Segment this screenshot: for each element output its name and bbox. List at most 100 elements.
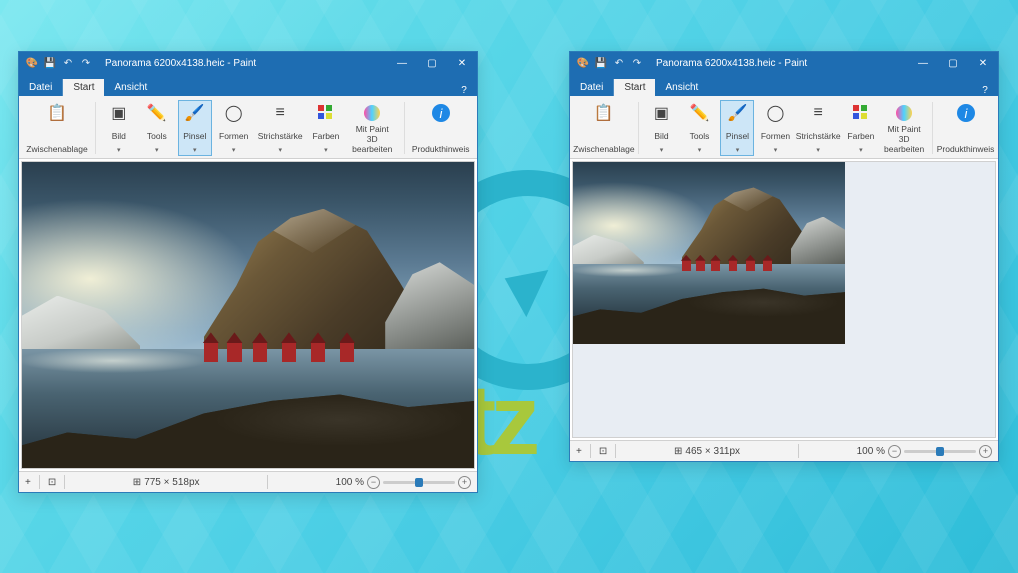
save-icon[interactable]: 💾	[594, 57, 608, 71]
zoom-out-button[interactable]: −	[367, 476, 380, 489]
app-icon: 🎨	[25, 57, 39, 71]
zoom-slider[interactable]	[383, 481, 455, 484]
cursor-coords: +	[25, 477, 31, 488]
image-content	[573, 162, 845, 344]
ribbon: 📋 Zwischenablage ▣ Bild ▾ ✏️ Tools ▾ 🖌️ …	[570, 96, 998, 159]
help-icon[interactable]: ?	[455, 85, 477, 96]
zoom-out-button[interactable]: −	[888, 445, 901, 458]
window-controls: — ▢ ✕	[387, 52, 477, 75]
ribbon-clipboard[interactable]: 📋 Zwischenablage	[576, 100, 632, 156]
brush-icon: 🖌️	[184, 102, 206, 124]
minimize-button[interactable]: —	[908, 52, 938, 75]
paint-window-left: 🎨 💾 ↶ ↷ Panorama 6200x4138.heic - Paint …	[18, 51, 478, 493]
clipboard-icon: 📋	[46, 102, 68, 124]
image-icon: ▣	[650, 102, 672, 124]
shapes-icon: ◯	[223, 102, 245, 124]
chevron-down-icon: ▾	[774, 148, 778, 154]
tab-file[interactable]: Datei	[570, 79, 614, 96]
canvas-area[interactable]	[21, 161, 475, 469]
ribbon-shapes[interactable]: ◯ Formen ▾	[758, 100, 792, 156]
ribbon-paint3d[interactable]: Mit Paint 3Dbearbeiten	[347, 100, 398, 156]
minimize-button[interactable]: —	[387, 52, 417, 75]
cursor-coords: +	[576, 446, 582, 457]
crosshair-icon: +	[25, 477, 31, 488]
canvas-area[interactable]	[572, 161, 996, 438]
tab-start[interactable]: Start	[63, 79, 104, 96]
ribbon-shapes[interactable]: ◯ Formen ▾	[216, 100, 252, 156]
chevron-down-icon: ▾	[232, 148, 236, 154]
clipboard-icon: 📋	[593, 102, 615, 124]
maximize-button[interactable]: ▢	[938, 52, 968, 75]
chevron-down-icon: ▾	[859, 148, 863, 154]
ribbon-colors[interactable]: Farben ▾	[844, 100, 878, 156]
ribbon-brushes[interactable]: 🖌️ Pinsel ▾	[178, 100, 212, 156]
shapes-icon: ◯	[764, 102, 786, 124]
ribbon-info[interactable]: i Produkthinweis	[939, 100, 992, 156]
tab-view[interactable]: Ansicht	[104, 79, 157, 96]
pencil-icon: ✏️	[688, 102, 710, 124]
ribbon-brushes[interactable]: 🖌️ Pinsel ▾	[720, 100, 754, 156]
zoom-in-button[interactable]: +	[458, 476, 471, 489]
zoom-slider[interactable]	[904, 450, 976, 453]
brush-icon: 🖌️	[726, 102, 748, 124]
chevron-down-icon: ▾	[736, 148, 740, 154]
chevron-down-icon: ▾	[660, 148, 664, 154]
app-icon: 🎨	[576, 57, 590, 71]
save-icon[interactable]: 💾	[43, 57, 57, 71]
dimensions-icon: ⊞	[674, 446, 682, 457]
colors-icon	[850, 102, 872, 124]
undo-icon[interactable]: ↶	[612, 57, 626, 71]
statusbar: + ⊡ ⊞ 775 × 518px 100 % − +	[19, 471, 477, 492]
ribbon-image[interactable]: ▣ Bild ▾	[644, 100, 678, 156]
redo-icon[interactable]: ↷	[630, 57, 644, 71]
line-weight-icon: ≡	[269, 102, 291, 124]
ribbon-tools[interactable]: ✏️ Tools ▾	[682, 100, 716, 156]
titlebar[interactable]: 🎨 💾 ↶ ↷ Panorama 6200x4138.heic - Paint …	[570, 52, 998, 75]
tab-view[interactable]: Ansicht	[655, 79, 708, 96]
selection-size-icon: ⊡	[599, 446, 607, 457]
ribbon-stroke[interactable]: ≡ Strichstärke ▾	[256, 100, 305, 156]
ribbon: 📋 Zwischenablage ▣ Bild ▾ ✏️ Tools ▾ 🖌️ …	[19, 96, 477, 159]
close-button[interactable]: ✕	[447, 52, 477, 75]
ribbon-image[interactable]: ▣ Bild ▾	[102, 100, 136, 156]
image-content	[22, 162, 475, 469]
close-button[interactable]: ✕	[968, 52, 998, 75]
chevron-down-icon: ▾	[324, 148, 328, 154]
zoom-level: 100 %	[336, 477, 364, 488]
zoom-level: 100 %	[857, 446, 885, 457]
ribbon-colors[interactable]: Farben ▾	[309, 100, 343, 156]
tab-start[interactable]: Start	[614, 79, 655, 96]
undo-icon[interactable]: ↶	[61, 57, 75, 71]
chevron-down-icon: ▾	[117, 148, 121, 154]
paint-window-right: 🎨 💾 ↶ ↷ Panorama 6200x4138.heic - Paint …	[569, 51, 999, 462]
window-title: Panorama 6200x4138.heic - Paint	[650, 58, 908, 69]
canvas-dimensions: ⊞ 465 × 311px	[674, 446, 740, 457]
chevron-down-icon: ▾	[155, 148, 159, 154]
redo-icon[interactable]: ↷	[79, 57, 93, 71]
chevron-down-icon: ▾	[193, 148, 197, 154]
statusbar: + ⊡ ⊞ 465 × 311px 100 % − +	[570, 440, 998, 461]
window-title: Panorama 6200x4138.heic - Paint	[99, 58, 387, 69]
chevron-down-icon: ▾	[698, 148, 702, 154]
ribbon-paint3d[interactable]: Mit Paint 3Dbearbeiten	[882, 100, 926, 156]
zoom-in-button[interactable]: +	[979, 445, 992, 458]
help-icon[interactable]: ?	[976, 85, 998, 96]
tab-file[interactable]: Datei	[19, 79, 63, 96]
ribbon-tabs: Datei Start Ansicht ?	[19, 75, 477, 96]
info-icon: i	[955, 102, 977, 124]
selection-size-icon: ⊡	[48, 477, 56, 488]
ribbon-tools[interactable]: ✏️ Tools ▾	[140, 100, 174, 156]
titlebar[interactable]: 🎨 💾 ↶ ↷ Panorama 6200x4138.heic - Paint …	[19, 52, 477, 75]
ribbon-stroke[interactable]: ≡ Strichstärke ▾	[796, 100, 839, 156]
pencil-icon: ✏️	[146, 102, 168, 124]
ribbon-clipboard[interactable]: 📋 Zwischenablage	[25, 100, 89, 156]
ribbon-tabs: Datei Start Ansicht ?	[570, 75, 998, 96]
quick-access-toolbar: 🎨 💾 ↶ ↷	[570, 57, 650, 71]
line-weight-icon: ≡	[807, 102, 829, 124]
paint3d-icon	[893, 102, 915, 124]
info-icon: i	[430, 102, 452, 124]
paint3d-icon	[361, 102, 383, 124]
ribbon-info[interactable]: i Produkthinweis	[410, 100, 471, 156]
crosshair-icon: +	[576, 446, 582, 457]
maximize-button[interactable]: ▢	[417, 52, 447, 75]
